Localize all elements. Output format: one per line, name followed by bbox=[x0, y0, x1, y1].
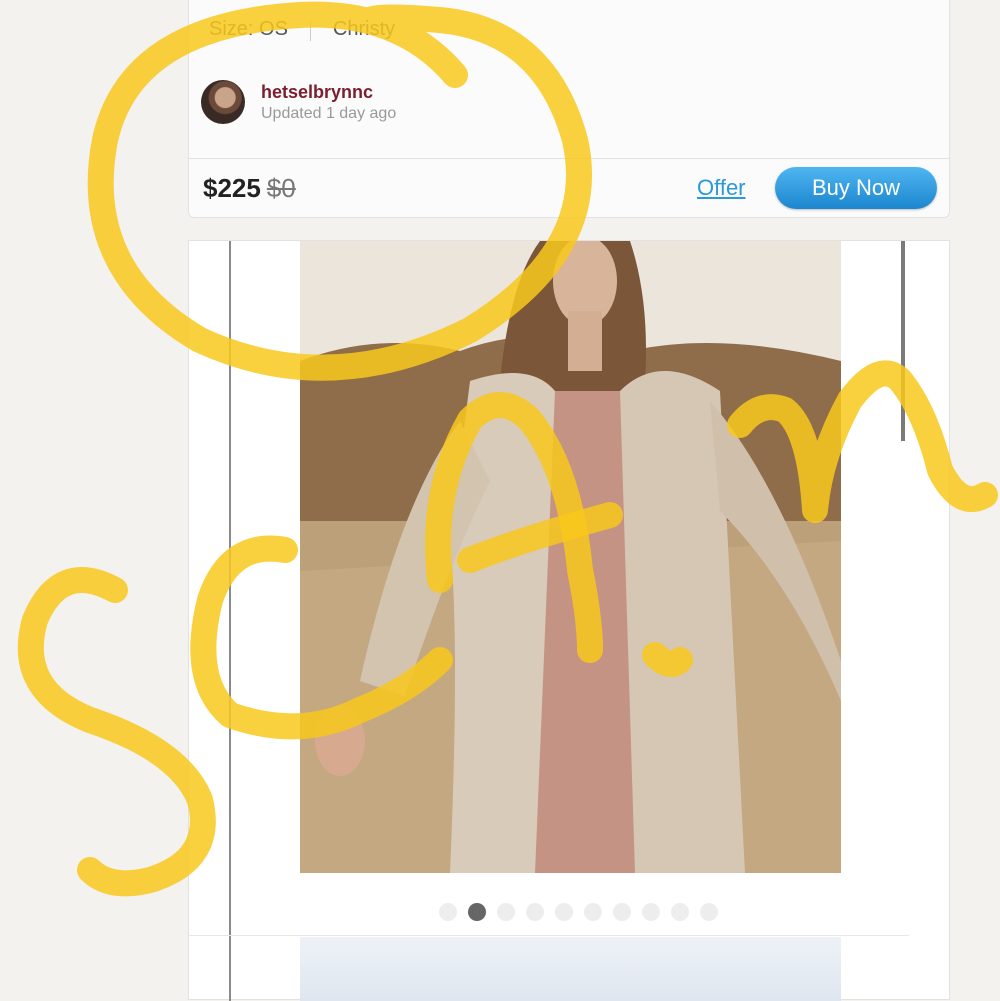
seller-text: hetselbrynnc Updated 1 day ago bbox=[261, 82, 396, 123]
gallery-divider bbox=[189, 935, 909, 936]
photo-scene bbox=[300, 241, 841, 873]
pagination-dot[interactable] bbox=[555, 903, 573, 921]
price-bar: $225 $0 Offer Buy Now bbox=[189, 158, 949, 219]
listing-photo[interactable] bbox=[300, 241, 841, 873]
listing-card: Size: OS Christy hetselbrynnc Updated 1 … bbox=[188, 0, 950, 218]
buy-now-button[interactable]: Buy Now bbox=[775, 167, 937, 209]
price: $225 $0 bbox=[203, 173, 296, 204]
pagination-dot[interactable] bbox=[613, 903, 631, 921]
pagination-dot[interactable] bbox=[584, 903, 602, 921]
brand-link[interactable]: Christy bbox=[333, 18, 395, 41]
offer-link[interactable]: Offer bbox=[697, 175, 746, 201]
seller-username[interactable]: hetselbrynnc bbox=[261, 82, 396, 103]
updated-timestamp: Updated 1 day ago bbox=[261, 104, 397, 122]
photo-gallery bbox=[188, 240, 950, 1001]
photo-pagination bbox=[439, 903, 729, 921]
meta-divider bbox=[309, 18, 311, 41]
size-label: Size: OS bbox=[209, 18, 288, 40]
pagination-dot[interactable] bbox=[497, 903, 515, 921]
pagination-dot[interactable] bbox=[700, 903, 718, 921]
pagination-dot-active[interactable] bbox=[468, 903, 486, 921]
seller-info[interactable]: hetselbrynnc Updated 1 day ago bbox=[201, 80, 396, 124]
pagination-dot[interactable] bbox=[439, 903, 457, 921]
original-price: $0 bbox=[266, 173, 296, 203]
gallery-scrollbar[interactable] bbox=[901, 241, 905, 441]
pagination-dot[interactable] bbox=[671, 903, 689, 921]
pagination-dot[interactable] bbox=[526, 903, 544, 921]
next-listing-photo[interactable] bbox=[300, 937, 841, 1001]
listing-meta: Size: OS Christy bbox=[209, 18, 395, 41]
gallery-left-edge bbox=[229, 241, 231, 1001]
pagination-dot[interactable] bbox=[642, 903, 660, 921]
current-price: $225 bbox=[203, 173, 261, 203]
seller-avatar[interactable] bbox=[201, 80, 245, 124]
letter-s-scribble bbox=[17, 567, 216, 897]
